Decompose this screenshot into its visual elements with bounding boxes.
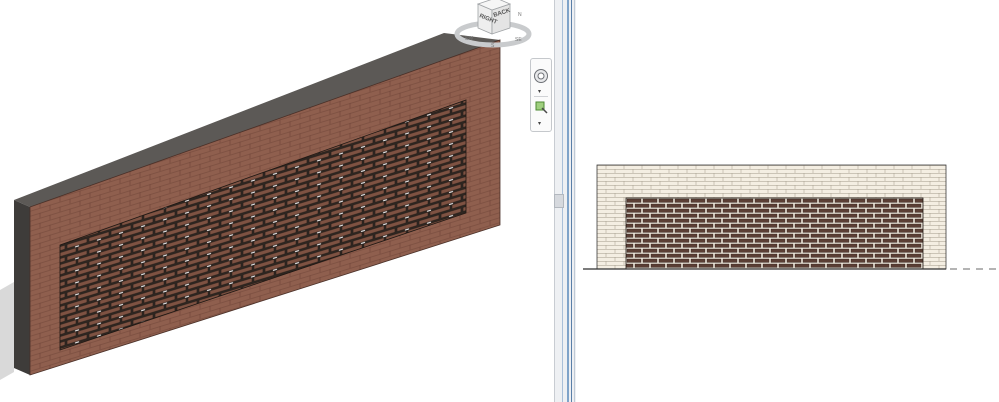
ground-shadow: [0, 282, 14, 380]
navbar-divider: [534, 96, 548, 97]
viewcube[interactable]: SW S SE N RIGHT BACK: [452, 0, 534, 52]
view-border-accent: [567, 0, 569, 402]
zoom-region-button[interactable]: [533, 99, 549, 117]
3d-brick-wall-model[interactable]: [0, 0, 554, 402]
zoom-dropdown-icon[interactable]: ▾: [538, 121, 541, 127]
navigation-bar: ▾ ▾: [530, 58, 552, 132]
wall-end-face: [14, 200, 30, 375]
compass-label-n[interactable]: N: [518, 12, 522, 18]
view-splitter[interactable]: [554, 0, 576, 402]
splitter-grip[interactable]: [554, 194, 564, 208]
3d-view-viewport[interactable]: SW S SE N RIGHT BACK ▾ ▾: [0, 0, 554, 402]
zoom-region-icon: [535, 101, 548, 114]
compass-label-sw[interactable]: SW: [465, 36, 473, 42]
compass-label-se[interactable]: SE: [515, 37, 522, 43]
steering-wheel-dropdown-icon[interactable]: ▾: [538, 89, 541, 95]
steering-wheel-icon: [534, 69, 548, 83]
elevation-drawing[interactable]: [576, 0, 999, 402]
elevation-lattice-panel: [625, 197, 924, 270]
elevation-view-viewport[interactable]: [576, 0, 999, 402]
steering-wheel-button[interactable]: [533, 67, 549, 85]
